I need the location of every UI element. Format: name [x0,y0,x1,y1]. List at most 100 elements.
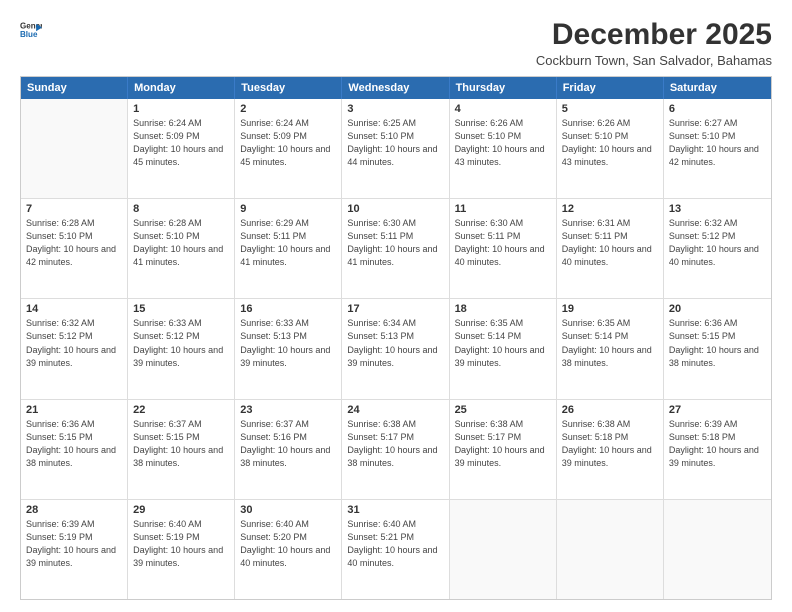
logo-icon: General Blue [20,18,42,40]
cell-details: Sunrise: 6:40 AM Sunset: 5:21 PM Dayligh… [347,518,443,570]
calendar-week-row: 1 Sunrise: 6:24 AM Sunset: 5:09 PM Daylig… [21,99,771,198]
cell-details: Sunrise: 6:36 AM Sunset: 5:15 PM Dayligh… [669,317,766,369]
day-number: 5 [562,103,658,115]
day-number: 28 [26,504,122,516]
day-number: 12 [562,203,658,215]
cell-details: Sunrise: 6:33 AM Sunset: 5:12 PM Dayligh… [133,317,229,369]
calendar-cell: 22 Sunrise: 6:37 AM Sunset: 5:15 PM Dayli… [128,400,235,499]
calendar-cell: 12 Sunrise: 6:31 AM Sunset: 5:11 PM Dayli… [557,199,664,298]
calendar-cell: 13 Sunrise: 6:32 AM Sunset: 5:12 PM Dayli… [664,199,771,298]
day-number: 23 [240,404,336,416]
calendar-cell: 3Sunrise: 6:25 AM Sunset: 5:10 PM Daylig… [342,99,449,198]
calendar-cell: 30 Sunrise: 6:40 AM Sunset: 5:20 PM Dayli… [235,500,342,599]
day-of-week-header: Wednesday [342,77,449,99]
calendar-cell: 28 Sunrise: 6:39 AM Sunset: 5:19 PM Dayli… [21,500,128,599]
day-number: 6 [669,103,766,115]
cell-details: Sunrise: 6:24 AM Sunset: 5:09 PM Dayligh… [240,117,336,169]
day-number: 24 [347,404,443,416]
calendar-cell: 7Sunrise: 6:28 AM Sunset: 5:10 PM Daylig… [21,199,128,298]
day-of-week-header: Saturday [664,77,771,99]
calendar-cell: 21 Sunrise: 6:36 AM Sunset: 5:15 PM Dayli… [21,400,128,499]
day-number: 21 [26,404,122,416]
calendar-cell: 5 Sunrise: 6:26 AM Sunset: 5:10 PM Daylig… [557,99,664,198]
title-block: December 2025 Cockburn Town, San Salvado… [536,18,772,68]
cell-details: Sunrise: 6:34 AM Sunset: 5:13 PM Dayligh… [347,317,443,369]
calendar-cell: 14Sunrise: 6:32 AM Sunset: 5:12 PM Dayli… [21,299,128,398]
day-number: 30 [240,504,336,516]
cell-details: Sunrise: 6:26 AM Sunset: 5:10 PM Dayligh… [455,117,551,169]
calendar-cell: 1 Sunrise: 6:24 AM Sunset: 5:09 PM Daylig… [128,99,235,198]
day-number: 1 [133,103,229,115]
day-number: 18 [455,303,551,315]
day-number: 19 [562,303,658,315]
calendar-week-row: 14Sunrise: 6:32 AM Sunset: 5:12 PM Dayli… [21,298,771,398]
cell-details: Sunrise: 6:24 AM Sunset: 5:09 PM Dayligh… [133,117,229,169]
calendar-cell: 2 Sunrise: 6:24 AM Sunset: 5:09 PM Daylig… [235,99,342,198]
header: General Blue December 2025 Cockburn Town… [20,18,772,68]
cell-details: Sunrise: 6:30 AM Sunset: 5:11 PM Dayligh… [455,217,551,269]
cell-details: Sunrise: 6:38 AM Sunset: 5:18 PM Dayligh… [562,418,658,470]
day-number: 15 [133,303,229,315]
day-of-week-header: Thursday [450,77,557,99]
calendar-week-row: 28 Sunrise: 6:39 AM Sunset: 5:19 PM Dayli… [21,499,771,599]
calendar-cell: 20 Sunrise: 6:36 AM Sunset: 5:15 PM Dayli… [664,299,771,398]
day-number: 9 [240,203,336,215]
day-number: 4 [455,103,551,115]
day-number: 27 [669,404,766,416]
calendar-cell: 9Sunrise: 6:29 AM Sunset: 5:11 PM Daylig… [235,199,342,298]
calendar-cell [450,500,557,599]
cell-details: Sunrise: 6:35 AM Sunset: 5:14 PM Dayligh… [455,317,551,369]
day-number: 17 [347,303,443,315]
month-title: December 2025 [536,18,772,51]
cell-details: Sunrise: 6:33 AM Sunset: 5:13 PM Dayligh… [240,317,336,369]
day-number: 11 [455,203,551,215]
calendar-header: SundayMondayTuesdayWednesdayThursdayFrid… [21,77,771,99]
cell-details: Sunrise: 6:32 AM Sunset: 5:12 PM Dayligh… [669,217,766,269]
calendar-week-row: 7Sunrise: 6:28 AM Sunset: 5:10 PM Daylig… [21,198,771,298]
cell-details: Sunrise: 6:36 AM Sunset: 5:15 PM Dayligh… [26,418,122,470]
day-number: 31 [347,504,443,516]
calendar-cell: 19 Sunrise: 6:35 AM Sunset: 5:14 PM Dayli… [557,299,664,398]
calendar-cell: 29Sunrise: 6:40 AM Sunset: 5:19 PM Dayli… [128,500,235,599]
day-number: 22 [133,404,229,416]
calendar-cell: 8 Sunrise: 6:28 AM Sunset: 5:10 PM Daylig… [128,199,235,298]
cell-details: Sunrise: 6:37 AM Sunset: 5:16 PM Dayligh… [240,418,336,470]
day-of-week-header: Sunday [21,77,128,99]
cell-details: Sunrise: 6:37 AM Sunset: 5:15 PM Dayligh… [133,418,229,470]
calendar-cell: 6Sunrise: 6:27 AM Sunset: 5:10 PM Daylig… [664,99,771,198]
cell-details: Sunrise: 6:40 AM Sunset: 5:20 PM Dayligh… [240,518,336,570]
calendar-week-row: 21 Sunrise: 6:36 AM Sunset: 5:15 PM Dayli… [21,399,771,499]
calendar-cell: 11 Sunrise: 6:30 AM Sunset: 5:11 PM Dayli… [450,199,557,298]
calendar-cell: 23 Sunrise: 6:37 AM Sunset: 5:16 PM Dayli… [235,400,342,499]
cell-details: Sunrise: 6:30 AM Sunset: 5:11 PM Dayligh… [347,217,443,269]
day-number: 20 [669,303,766,315]
cell-details: Sunrise: 6:28 AM Sunset: 5:10 PM Dayligh… [133,217,229,269]
day-number: 2 [240,103,336,115]
calendar-cell: 16 Sunrise: 6:33 AM Sunset: 5:13 PM Dayli… [235,299,342,398]
location: Cockburn Town, San Salvador, Bahamas [536,53,772,68]
day-number: 13 [669,203,766,215]
day-number: 8 [133,203,229,215]
calendar-cell [21,99,128,198]
logo: General Blue [20,18,42,40]
calendar: SundayMondayTuesdayWednesdayThursdayFrid… [20,76,772,600]
day-of-week-header: Monday [128,77,235,99]
day-number: 26 [562,404,658,416]
calendar-body: 1 Sunrise: 6:24 AM Sunset: 5:09 PM Daylig… [21,99,771,599]
calendar-cell: 25Sunrise: 6:38 AM Sunset: 5:17 PM Dayli… [450,400,557,499]
calendar-cell: 31 Sunrise: 6:40 AM Sunset: 5:21 PM Dayli… [342,500,449,599]
calendar-cell: 18 Sunrise: 6:35 AM Sunset: 5:14 PM Dayli… [450,299,557,398]
cell-details: Sunrise: 6:25 AM Sunset: 5:10 PM Dayligh… [347,117,443,169]
cell-details: Sunrise: 6:39 AM Sunset: 5:19 PM Dayligh… [26,518,122,570]
cell-details: Sunrise: 6:38 AM Sunset: 5:17 PM Dayligh… [347,418,443,470]
day-number: 16 [240,303,336,315]
calendar-cell: 15 Sunrise: 6:33 AM Sunset: 5:12 PM Dayli… [128,299,235,398]
svg-text:Blue: Blue [20,30,38,39]
cell-details: Sunrise: 6:26 AM Sunset: 5:10 PM Dayligh… [562,117,658,169]
cell-details: Sunrise: 6:35 AM Sunset: 5:14 PM Dayligh… [562,317,658,369]
calendar-cell: 27Sunrise: 6:39 AM Sunset: 5:18 PM Dayli… [664,400,771,499]
page: General Blue December 2025 Cockburn Town… [0,0,792,612]
day-number: 29 [133,504,229,516]
cell-details: Sunrise: 6:31 AM Sunset: 5:11 PM Dayligh… [562,217,658,269]
day-number: 14 [26,303,122,315]
